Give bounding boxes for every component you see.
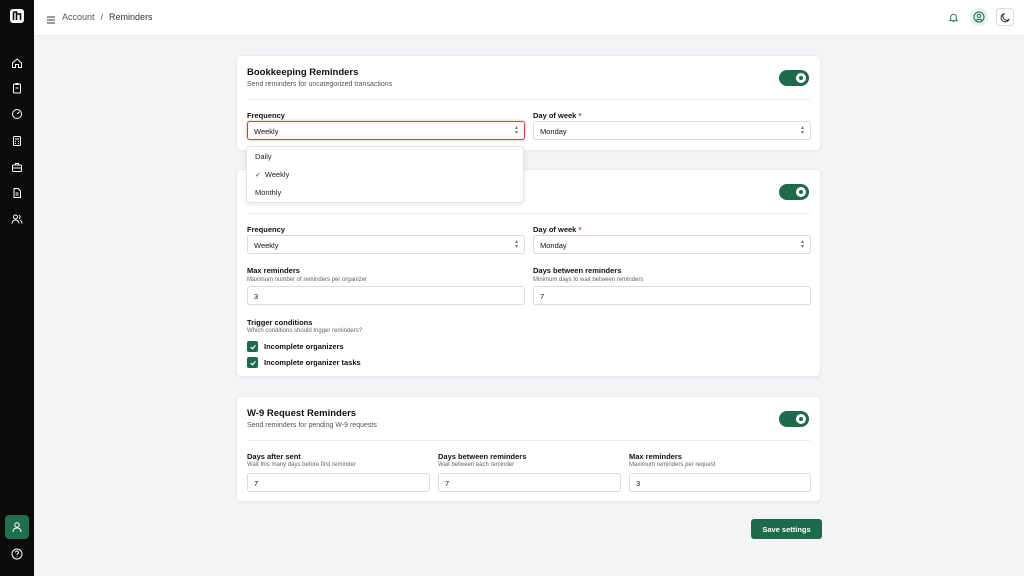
card-subtitle: Send reminders for uncategorized transac… <box>247 81 393 88</box>
option-monthly[interactable]: Monthly <box>255 188 281 197</box>
days-after-sent-label: Days after sent <box>247 452 301 461</box>
breadcrumb-separator: / <box>100 12 104 22</box>
frequency-value: Weekly <box>254 127 279 136</box>
help-circle-icon[interactable] <box>10 547 24 561</box>
condition-incomplete-organizers[interactable]: Incomplete organizers <box>247 341 344 352</box>
condition-label: Incomplete organizers <box>264 342 344 351</box>
sidebar <box>0 0 34 576</box>
trigger-conditions-help: Which conditions should trigger reminder… <box>247 328 363 334</box>
frequency-label: Frequency <box>247 225 285 234</box>
bookkeeping-enabled-toggle[interactable] <box>779 70 809 86</box>
days-between-help: Wait between each reminder <box>438 462 515 468</box>
app-logo-icon[interactable] <box>9 8 25 24</box>
card-title: W-9 Request Reminders <box>247 408 357 419</box>
check-icon: ✓ <box>255 172 261 179</box>
day-of-week-select[interactable]: Monday ▴ ▾ <box>533 235 811 254</box>
save-settings-button[interactable]: Save settings <box>751 519 822 539</box>
days-after-sent-help: Wait this many days before first reminde… <box>247 462 356 468</box>
day-of-week-select[interactable]: Monday ▴ ▾ <box>533 121 811 140</box>
w9-reminders-card: W-9 Request Reminders Send reminders for… <box>236 396 821 502</box>
days-between-help: Minimum days to wait between reminders <box>533 277 644 283</box>
frequency-value: Weekly <box>254 241 279 250</box>
max-reminders-input[interactable]: 3 <box>247 286 525 305</box>
header-actions <box>944 8 1014 26</box>
days-between-input[interactable]: 7 <box>438 473 621 492</box>
w9-enabled-toggle[interactable] <box>779 411 809 427</box>
day-of-week-value: Monday <box>540 127 567 136</box>
frequency-select[interactable]: Weekly ▴ ▾ <box>247 121 525 140</box>
day-of-week-label: Day of week * <box>533 111 582 120</box>
frequency-label: Frequency <box>247 111 285 120</box>
breadcrumb-current: Reminders <box>109 12 153 22</box>
bookkeeping-reminders-card: Bookkeeping Reminders Send reminders for… <box>236 55 821 151</box>
days-between-label: Days between reminders <box>438 452 527 461</box>
divider <box>247 440 810 441</box>
bell-icon[interactable] <box>944 8 962 26</box>
frequency-select[interactable]: Weekly ▴ ▾ <box>247 235 525 254</box>
trigger-conditions-label: Trigger conditions <box>247 318 313 327</box>
users-icon[interactable] <box>10 212 24 226</box>
hamburger-icon[interactable] <box>46 12 56 24</box>
chevron-updown-icon: ▴ ▾ <box>800 239 804 250</box>
top-header: Account / Reminders <box>34 0 1024 36</box>
condition-incomplete-organizer-tasks[interactable]: Incomplete organizer tasks <box>247 357 361 368</box>
user-icon[interactable] <box>5 515 29 539</box>
breadcrumb-parent[interactable]: Account <box>62 12 95 22</box>
max-reminders-label: Max reminders <box>629 452 682 461</box>
calculator-icon[interactable] <box>10 134 24 148</box>
user-circle-icon[interactable] <box>970 8 988 26</box>
days-between-label: Days between reminders <box>533 266 622 275</box>
organizer-enabled-toggle[interactable] <box>779 184 809 200</box>
checkbox-checked-icon[interactable] <box>247 341 258 352</box>
chevron-updown-icon: ▴ ▾ <box>800 125 804 136</box>
condition-label: Incomplete organizer tasks <box>264 358 361 367</box>
day-of-week-label: Day of week * <box>533 225 582 234</box>
gauge-icon[interactable] <box>10 107 24 121</box>
clipboard-icon[interactable] <box>10 81 24 95</box>
max-reminders-help: Maximum number of reminders per organize… <box>247 277 368 283</box>
home-icon[interactable] <box>10 56 24 70</box>
option-daily[interactable]: Daily <box>255 152 272 161</box>
option-weekly[interactable]: ✓ Weekly <box>255 170 289 179</box>
moon-icon[interactable] <box>996 8 1014 26</box>
days-between-input[interactable]: 7 <box>533 286 811 305</box>
divider <box>247 213 810 214</box>
days-after-sent-input[interactable]: 7 <box>247 473 430 492</box>
max-reminders-label: Max reminders <box>247 266 300 275</box>
checkbox-checked-icon[interactable] <box>247 357 258 368</box>
document-icon[interactable] <box>10 186 24 200</box>
breadcrumb: Account / Reminders <box>62 12 153 22</box>
card-subtitle: Send reminders for pending W-9 requests <box>247 422 377 429</box>
frequency-dropdown-menu: Daily ✓ Weekly Monthly <box>246 146 524 203</box>
divider <box>247 99 810 100</box>
chevron-updown-icon: ▴ ▾ <box>514 239 518 250</box>
max-reminders-help: Maximum reminders per request <box>629 462 716 468</box>
card-title: Bookkeeping Reminders <box>247 67 359 78</box>
day-of-week-value: Monday <box>540 241 567 250</box>
chevron-updown-icon: ▴ ▾ <box>514 125 518 136</box>
max-reminders-input[interactable]: 3 <box>629 473 811 492</box>
briefcase-icon[interactable] <box>10 160 24 174</box>
